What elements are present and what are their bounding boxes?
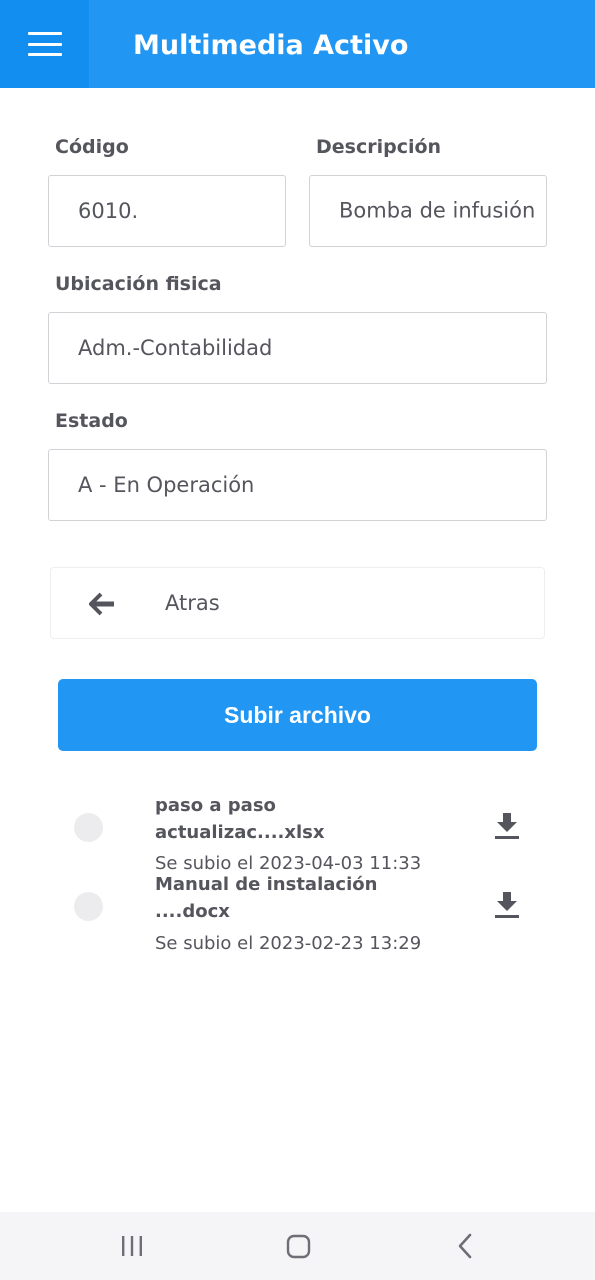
descripcion-label: Descripción xyxy=(316,136,442,158)
estado-field[interactable]: A - En Operación xyxy=(48,449,547,521)
back-icon[interactable] xyxy=(456,1233,474,1259)
page-title: Multimedia Activo xyxy=(133,30,409,61)
ubicacion-value: Adm.-Contabilidad xyxy=(78,336,273,360)
app-bar: Multimedia Activo xyxy=(0,0,595,88)
system-nav-bar xyxy=(0,1212,595,1280)
menu-button[interactable] xyxy=(0,0,89,88)
descripcion-field[interactable]: Bomba de infusión xyxy=(309,175,547,247)
descripcion-value: Bomba de infusión xyxy=(339,198,536,223)
estado-label: Estado xyxy=(55,410,128,432)
recents-icon[interactable] xyxy=(120,1235,144,1257)
upload-file-button[interactable]: Subir archivo xyxy=(58,679,537,751)
codigo-field[interactable]: 6010. xyxy=(48,175,286,247)
file-name: paso a paso actualizac....xlsx xyxy=(155,795,325,843)
hamburger-menu-icon xyxy=(27,32,62,56)
file-name: Manual de instalación ....docx xyxy=(155,874,378,922)
arrow-left-icon xyxy=(89,592,114,616)
file-status-indicator[interactable] xyxy=(74,892,103,921)
file-status-indicator[interactable] xyxy=(74,813,103,842)
back-button[interactable]: Atras xyxy=(50,567,545,639)
ubicacion-field[interactable]: Adm.-Contabilidad xyxy=(48,312,547,384)
codigo-value: 6010. xyxy=(78,199,139,223)
home-icon[interactable] xyxy=(286,1234,311,1259)
file-date: Se subio el 2023-02-23 13:29 xyxy=(155,933,422,954)
estado-value: A - En Operación xyxy=(78,473,255,497)
back-label: Atras xyxy=(165,591,220,615)
codigo-label: Código xyxy=(55,136,129,158)
ubicacion-label: Ubicación fisica xyxy=(55,273,222,295)
download-icon[interactable] xyxy=(494,891,520,919)
download-icon[interactable] xyxy=(494,812,520,840)
